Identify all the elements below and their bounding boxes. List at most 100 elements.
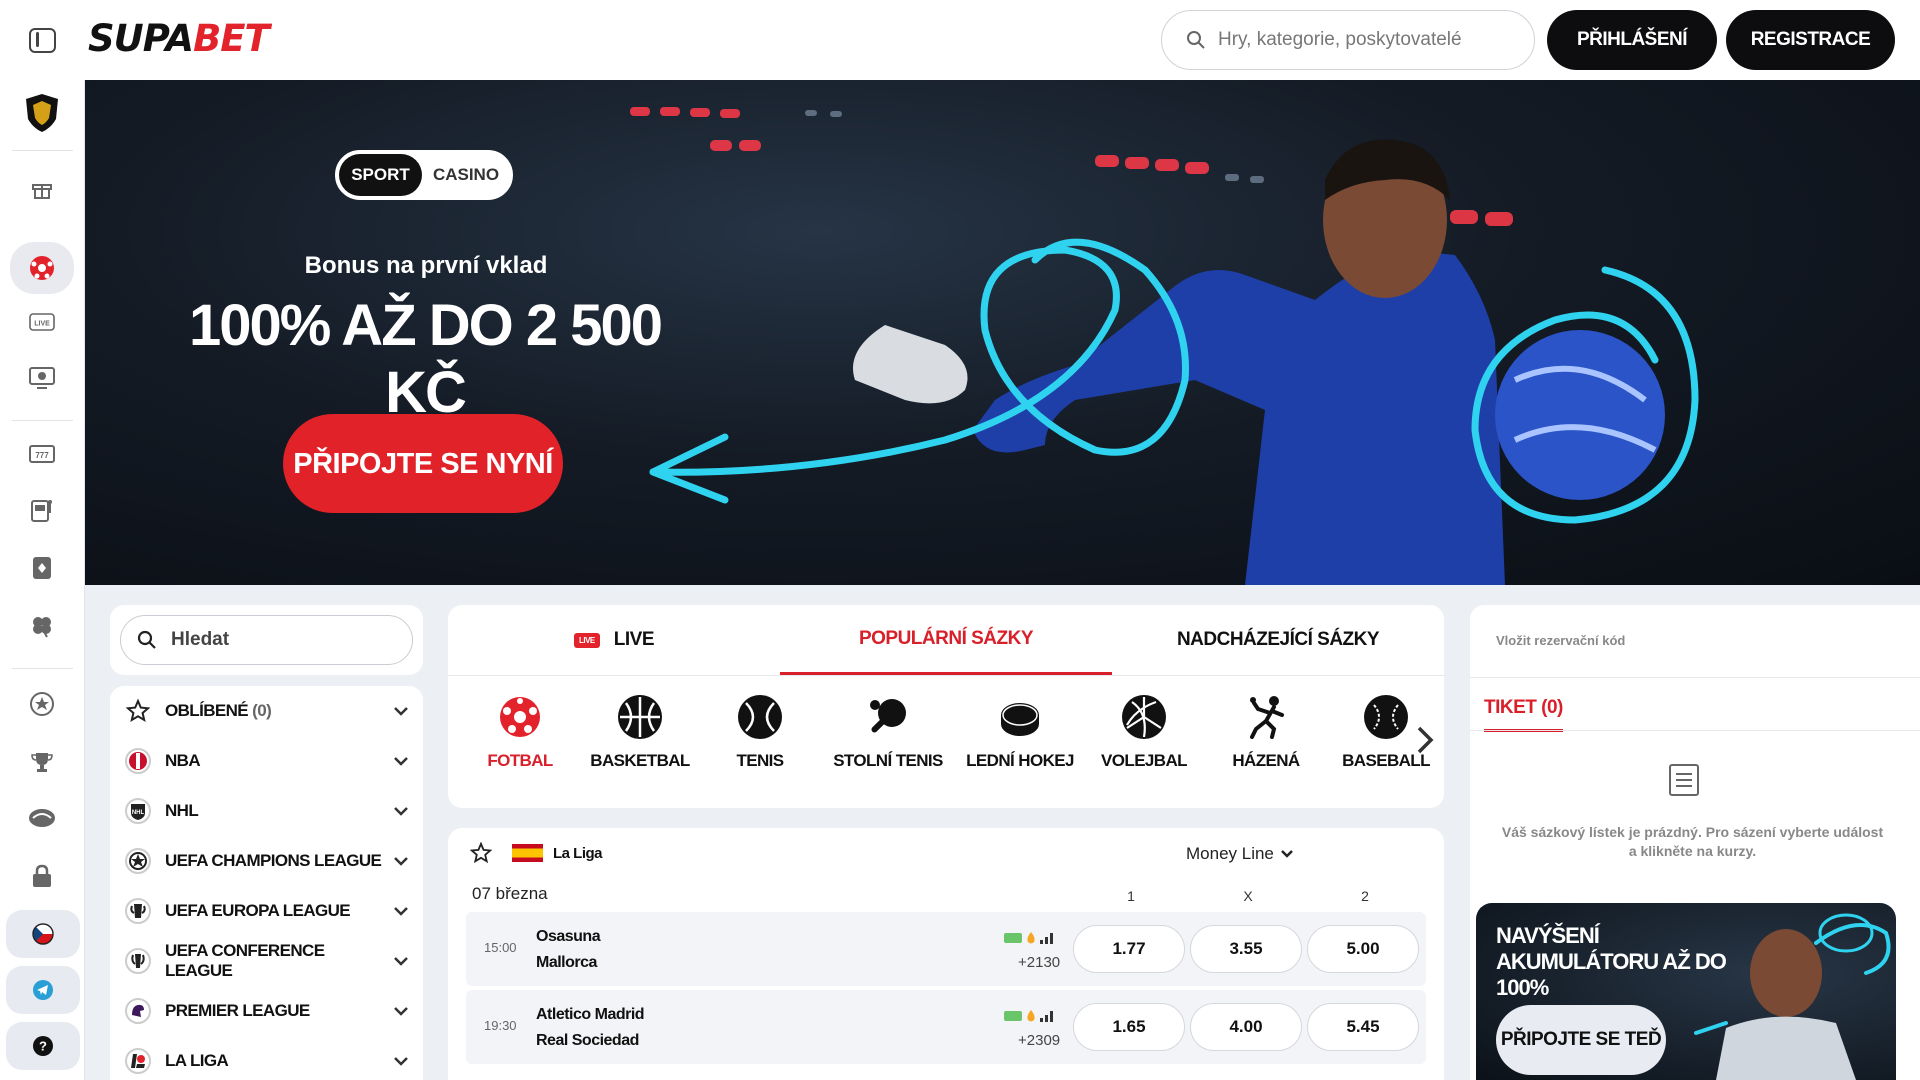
odds-button-2[interactable]: 5.45 bbox=[1307, 1003, 1419, 1051]
football-icon bbox=[30, 256, 54, 280]
league-item-uecl[interactable]: UEFA CONFERENCE LEAGUE bbox=[110, 936, 423, 986]
svg-text:NHL: NHL bbox=[132, 810, 145, 816]
fire-icon bbox=[1027, 932, 1035, 944]
favorites-item[interactable]: OBLÍBENÉ (0) bbox=[110, 686, 423, 736]
handball-icon bbox=[1244, 695, 1288, 739]
language-czech-button[interactable] bbox=[6, 910, 80, 958]
basketball-icon bbox=[618, 695, 662, 739]
league-item-premier-league[interactable]: PREMIER LEAGUE bbox=[110, 986, 423, 1036]
star-badge-icon[interactable] bbox=[26, 688, 58, 720]
shield-badge-icon[interactable] bbox=[22, 93, 62, 133]
slot-machine-icon[interactable] bbox=[26, 494, 58, 526]
supabet-logo[interactable]: SUPABET bbox=[88, 17, 270, 60]
toggle-sport-option[interactable]: SPORT bbox=[339, 154, 422, 196]
favorites-label: OBLÍBENÉ bbox=[165, 701, 249, 720]
odds-button-x[interactable]: 4.00 bbox=[1190, 1003, 1302, 1051]
global-search-input[interactable]: Hry, kategorie, poskytovatelé bbox=[1161, 10, 1535, 70]
events-card: La Liga Money Line 07 března 1 X 2 15:00… bbox=[448, 828, 1444, 1080]
join-now-button[interactable]: PŘIPOJTE SE NYNÍ bbox=[283, 414, 563, 513]
login-button[interactable]: PŘIHLÁŠENÍ bbox=[1547, 10, 1717, 70]
odds-button-x[interactable]: 3.55 bbox=[1190, 925, 1302, 973]
accumulator-promo-banner[interactable]: NAVÝŠENÍ AKUMULÁTORU AŽ DO 100% PŘIPOJTE… bbox=[1476, 903, 1896, 1080]
clover-icon[interactable] bbox=[26, 610, 58, 642]
baseball-icon bbox=[1364, 695, 1408, 739]
event-row[interactable]: 15:00 Osasuna Mallorca +2130 1.77 3.55 5… bbox=[466, 912, 1426, 986]
premier-league-icon bbox=[125, 998, 151, 1024]
spain-flag-icon bbox=[512, 844, 543, 862]
sport-search-input[interactable]: Hledat bbox=[120, 615, 413, 665]
ice-hockey-icon bbox=[998, 695, 1042, 739]
sport-football[interactable]: FOTBAL bbox=[460, 695, 580, 771]
league-label: UEFA CONFERENCE LEAGUE bbox=[165, 941, 325, 980]
sidebar-toggle-icon[interactable] bbox=[29, 28, 56, 53]
hero-subtitle: Bonus na první vklad bbox=[304, 252, 548, 279]
conference-league-icon bbox=[125, 948, 151, 974]
live-icon[interactable]: LIVE bbox=[26, 306, 58, 338]
odds-button-1[interactable]: 1.65 bbox=[1073, 1003, 1185, 1051]
join-now-promo-button[interactable]: PŘIPOJTE SE TEĎ bbox=[1496, 1005, 1666, 1075]
sport-casino-toggle[interactable]: SPORT CASINO bbox=[335, 150, 513, 200]
event-time: 19:30 bbox=[484, 1018, 517, 1033]
odds-button-1[interactable]: 1.77 bbox=[1073, 925, 1185, 973]
trophy-icon[interactable] bbox=[26, 746, 58, 778]
star-icon[interactable] bbox=[470, 842, 492, 864]
svg-text:LIVE: LIVE bbox=[34, 321, 50, 328]
league-header: La Liga Money Line bbox=[448, 828, 1444, 878]
sport-label: FOTBAL bbox=[487, 751, 553, 770]
register-button[interactable]: REGISTRACE bbox=[1726, 10, 1895, 70]
volleyball-icon bbox=[1122, 695, 1166, 739]
sport-label: BASKETBAL bbox=[590, 751, 690, 770]
league-item-la-liga[interactable]: LA LIGA bbox=[110, 1036, 423, 1080]
sport-ice-hockey[interactable]: LEDNÍ HOKEJ bbox=[960, 695, 1080, 771]
empty-slip-message: Váš sázkový lístek je prázdný. Pro sázen… bbox=[1501, 824, 1884, 859]
column-header-1: 1 bbox=[1127, 888, 1135, 904]
more-markets-count[interactable]: +2309 bbox=[1018, 1032, 1060, 1049]
toggle-casino-option[interactable]: CASINO bbox=[422, 165, 510, 185]
league-item-nba[interactable]: NBA bbox=[110, 736, 423, 786]
league-label: PREMIER LEAGUE bbox=[165, 1001, 310, 1020]
telegram-button[interactable] bbox=[6, 966, 80, 1014]
lock-icon[interactable] bbox=[26, 860, 58, 892]
league-name: La Liga bbox=[553, 844, 603, 862]
league-label: NBA bbox=[165, 751, 201, 770]
virtual-sports-icon[interactable] bbox=[26, 362, 58, 394]
reservation-code-input[interactable]: Vložit rezervační kód bbox=[1496, 633, 1625, 648]
league-item-ucl[interactable]: UEFA CHAMPIONS LEAGUE bbox=[110, 836, 423, 886]
home-team: Osasuna bbox=[536, 928, 601, 945]
help-button[interactable]: ? bbox=[6, 1022, 80, 1070]
sport-table-tennis[interactable]: STOLNÍ TENIS bbox=[828, 695, 948, 771]
telegram-icon bbox=[33, 980, 53, 1000]
more-markets-count[interactable]: +2130 bbox=[1018, 954, 1060, 971]
sport-basketball[interactable]: BASKETBAL bbox=[580, 695, 700, 771]
tab-popular-bets[interactable]: POPULÁRNÍ SÁZKY bbox=[780, 605, 1112, 675]
league-item-nhl[interactable]: NHL NHL bbox=[110, 786, 423, 836]
promo-title: NAVÝŠENÍ AKUMULÁTORU AŽ DO 100% bbox=[1496, 923, 1727, 1000]
sport-label: VOLEJBAL bbox=[1101, 751, 1187, 770]
market-selector[interactable]: Money Line bbox=[1186, 844, 1294, 864]
tab-live-label: LIVE bbox=[613, 629, 655, 650]
favorites-count: (0) bbox=[252, 701, 272, 720]
gift-icon[interactable] bbox=[26, 172, 58, 204]
promotions-icon[interactable] bbox=[26, 802, 58, 834]
sport-nav-item[interactable] bbox=[10, 242, 74, 294]
column-header-2: 2 bbox=[1361, 888, 1369, 904]
tab-upcoming-bets[interactable]: NADCHÁZEJÍCÍ SÁZKY bbox=[1112, 605, 1444, 675]
odds-button-2[interactable]: 5.00 bbox=[1307, 925, 1419, 973]
league-item-uel[interactable]: UEFA EUROPA LEAGUE bbox=[110, 886, 423, 936]
ticket-tab[interactable]: TIKET (0) bbox=[1484, 697, 1563, 732]
stats-bars-icon bbox=[1040, 933, 1053, 944]
sport-tennis[interactable]: TENIS bbox=[700, 695, 820, 771]
chevron-down-icon bbox=[394, 807, 408, 816]
slots-777-icon[interactable]: 777 bbox=[26, 438, 58, 470]
sport-handball[interactable]: HÁZENÁ bbox=[1206, 695, 1326, 771]
sport-volleyball[interactable]: VOLEJBAL bbox=[1084, 695, 1204, 771]
chevron-down-icon bbox=[394, 907, 408, 916]
logo-text-bet: BET bbox=[193, 17, 270, 60]
chevron-right-icon[interactable] bbox=[1415, 725, 1435, 755]
event-time: 15:00 bbox=[484, 940, 517, 955]
sport-label: HÁZENÁ bbox=[1232, 751, 1300, 770]
card-games-icon[interactable] bbox=[26, 552, 58, 584]
event-row[interactable]: 19:30 Atletico Madrid Real Sociedad +230… bbox=[466, 990, 1426, 1064]
tab-live[interactable]: LIVE LIVE bbox=[448, 605, 780, 675]
chevron-down-icon bbox=[394, 707, 408, 716]
